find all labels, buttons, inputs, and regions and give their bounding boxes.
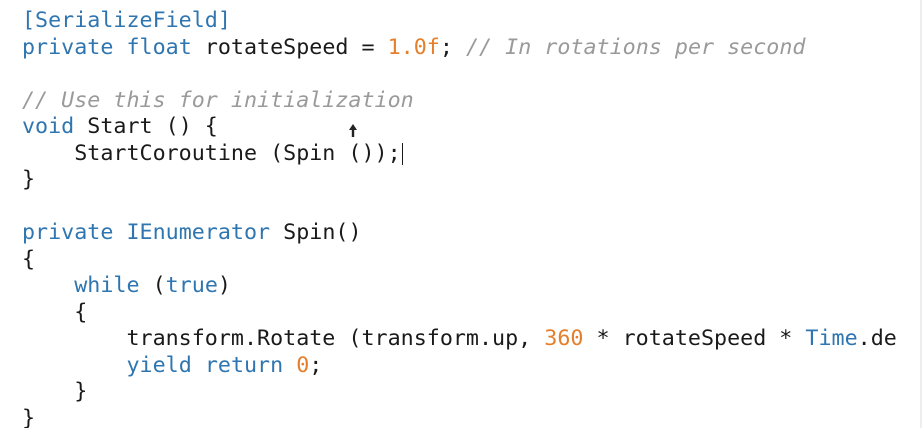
code-token-kw: private xyxy=(22,220,114,245)
code-token-plain: rotateSpeed = xyxy=(191,34,388,60)
code-token-num: 360 xyxy=(544,326,584,351)
code-token-plain: } xyxy=(22,167,36,192)
code-token-kw: true xyxy=(165,273,218,298)
code-line[interactable]: private float rotateSpeed = 1.0f; // In … xyxy=(22,35,805,61)
code-token-plain: transform.Rotate (transform.up, xyxy=(22,326,545,351)
code-line[interactable]: } xyxy=(22,167,35,193)
code-token-plain: ; xyxy=(309,352,323,378)
code-editor[interactable]: [SerializeField] private float rotateSpee… xyxy=(0,0,922,428)
code-token-plain: Start () { xyxy=(74,114,218,139)
code-token-num: 1.0f xyxy=(387,34,440,60)
code-token-plain: .de xyxy=(857,326,897,351)
code-line[interactable]: while (true) xyxy=(22,273,231,299)
code-token-plain: Spin() xyxy=(270,220,362,245)
code-line[interactable]: } xyxy=(22,379,87,405)
code-token-plain: } xyxy=(22,379,88,404)
code-line[interactable]: { xyxy=(22,247,35,273)
mouse-pointer-icon xyxy=(349,124,357,137)
code-line[interactable]: void Start () { xyxy=(22,114,218,140)
code-token-plain: ; xyxy=(439,34,466,60)
code-line[interactable]: { xyxy=(22,300,87,326)
code-token-cm: // In rotations per second xyxy=(465,34,806,60)
code-token-plain: StartCoroutine (Spin ()); xyxy=(22,140,401,166)
code-token-attr: [SerializeField] xyxy=(22,8,231,33)
code-token-plain: * rotateSpeed * xyxy=(583,326,806,351)
code-line[interactable]: transform.Rotate (transform.up, 360 * ro… xyxy=(22,326,897,352)
text-caret xyxy=(401,142,404,165)
code-line[interactable]: } xyxy=(22,406,35,428)
code-line[interactable]: // Use this for initialization xyxy=(22,88,414,114)
code-line[interactable]: StartCoroutine (Spin ()); xyxy=(22,140,404,167)
code-token-plain: ( xyxy=(139,273,166,298)
code-token-kw: return xyxy=(204,352,284,378)
code-token-num: 0 xyxy=(296,352,310,378)
code-line[interactable]: [SerializeField] xyxy=(22,8,231,34)
code-token-kw: float xyxy=(126,34,192,60)
code-line[interactable]: yield return 0; xyxy=(22,353,322,379)
code-token-kw: void xyxy=(22,114,75,139)
code-token-plain: { xyxy=(22,299,88,325)
code-token-plain: } xyxy=(22,405,36,428)
code-token-ty: Time xyxy=(805,326,858,351)
code-token-kw: while xyxy=(74,273,140,298)
code-token-cm: // Use this for initialization xyxy=(22,87,414,113)
code-line[interactable]: private IEnumerator Spin() xyxy=(22,220,362,246)
code-token-plain: { xyxy=(22,246,36,272)
code-token-ty: IEnumerator xyxy=(126,220,271,245)
code-token-kw: yield xyxy=(126,352,192,378)
code-token-kw: private xyxy=(22,34,114,60)
code-token-plain: ) xyxy=(217,273,231,298)
